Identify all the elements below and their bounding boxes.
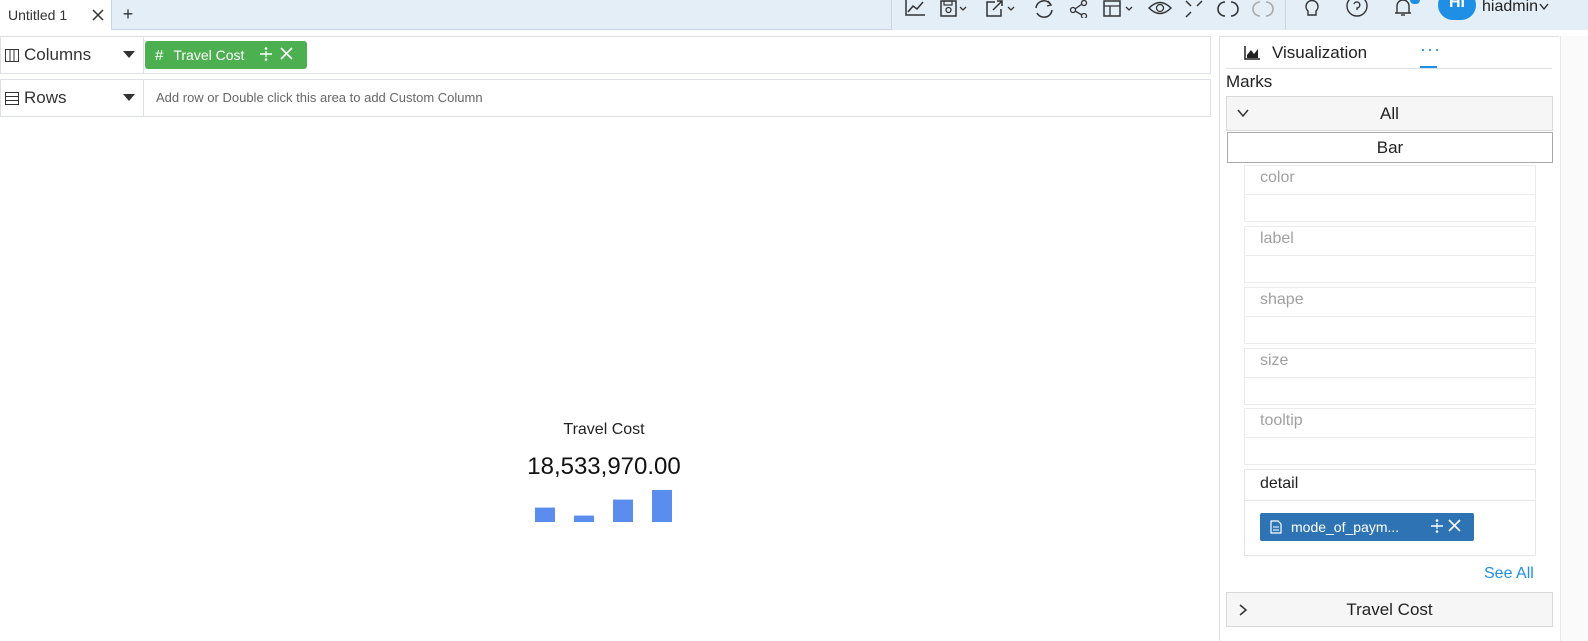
fullscreen-icon[interactable] [1184, 0, 1204, 20]
toolbar: HI hiadmin [891, 0, 1588, 30]
redo-icon[interactable] [1252, 0, 1274, 20]
tooltip-dropzone[interactable]: tooltip [1244, 408, 1536, 465]
rows-shelf-label[interactable]: Rows [1, 80, 144, 116]
username-menu[interactable]: hiadmin [1482, 0, 1549, 16]
caret-down-icon[interactable] [123, 94, 135, 101]
size-dropzone[interactable]: size [1244, 348, 1536, 405]
refresh-icon[interactable] [1033, 0, 1055, 20]
columns-shelf[interactable]: Columns # Travel Cost [0, 36, 1211, 74]
line-chart-icon[interactable] [904, 0, 926, 20]
detail-dropzone[interactable]: detail mode_of_paym... [1244, 469, 1536, 556]
tooltip-label: tooltip [1260, 412, 1303, 429]
color-dropzone[interactable]: color [1244, 165, 1536, 222]
bar[interactable] [652, 490, 672, 522]
bar-chart [535, 490, 672, 522]
kpi-value: 18,533,970.00 [527, 453, 681, 480]
export-icon[interactable] [985, 0, 1019, 20]
remove-pill-icon[interactable] [280, 47, 293, 60]
bar[interactable] [535, 507, 555, 522]
rows-shelf[interactable]: Rows Add row or Double click this area t… [0, 79, 1211, 117]
top-bar: Untitled 1 + HI hiadmin [0, 0, 1588, 30]
mark-type-select[interactable]: Bar [1227, 132, 1553, 163]
divider [1245, 316, 1535, 317]
shape-dropzone[interactable]: shape [1244, 287, 1536, 344]
caret-down-icon[interactable] [123, 51, 135, 58]
shape-label: shape [1260, 291, 1304, 308]
avatar[interactable]: HI [1438, 0, 1476, 20]
size-label: size [1260, 352, 1289, 369]
see-all-link[interactable]: See All [1484, 565, 1534, 583]
add-tab-button[interactable]: + [120, 3, 136, 25]
bar[interactable] [613, 499, 633, 522]
pill-label: mode_of_paym... [1291, 519, 1400, 535]
tab-divider [1226, 68, 1552, 69]
marks-all-accordion[interactable]: All [1226, 96, 1553, 131]
marks-heading: Marks [1226, 72, 1273, 91]
rows-label: Rows [24, 88, 67, 107]
preview-icon[interactable] [1148, 0, 1172, 20]
help-icon[interactable] [1345, 0, 1369, 20]
rows-placeholder: Add row or Double click this area to add… [156, 90, 483, 105]
tab-more[interactable]: ··· [1420, 39, 1441, 60]
bar[interactable] [574, 515, 594, 522]
username-label: hiadmin [1482, 0, 1539, 15]
label-label: label [1260, 230, 1294, 247]
save-icon[interactable] [939, 0, 969, 20]
color-label: color [1260, 169, 1295, 186]
panel-scrollbar[interactable] [1560, 36, 1588, 641]
file-icon [1270, 520, 1282, 534]
tab-visualization[interactable]: Visualization [1244, 43, 1367, 63]
travel-cost-accordion[interactable]: Travel Cost [1226, 592, 1553, 627]
divider [1245, 255, 1535, 256]
label-dropzone[interactable]: label [1244, 226, 1536, 283]
lightbulb-icon[interactable] [1302, 0, 1322, 20]
columns-label: Columns [24, 45, 92, 64]
remove-pill-icon[interactable] [1448, 519, 1461, 532]
properties-panel: Visualization ··· Marks All Bar color la… [1219, 36, 1559, 641]
divide-icon[interactable] [1430, 518, 1444, 534]
chart-title: Travel Cost [563, 421, 645, 438]
mode-of-payment-pill[interactable]: mode_of_paym... [1260, 513, 1474, 541]
pill-label: Travel Cost [173, 47, 245, 63]
accordion-title: All [1380, 104, 1399, 123]
rows-icon [5, 91, 19, 105]
tab-untitled-1[interactable]: Untitled 1 [0, 0, 112, 30]
notification-badge [1410, 0, 1420, 4]
close-tab-icon[interactable] [91, 8, 105, 22]
accordion-title: Travel Cost [1346, 600, 1433, 619]
columns-shelf-label[interactable]: Columns [1, 37, 144, 73]
divider [1245, 377, 1535, 378]
visualization-tab-label: Visualization [1272, 43, 1368, 62]
divider [1245, 194, 1535, 195]
tab-label: Untitled 1 [8, 7, 68, 23]
divide-icon[interactable] [259, 46, 273, 62]
travel-cost-column-pill[interactable]: # Travel Cost [145, 41, 307, 69]
chevron-down-icon [1539, 3, 1549, 11]
columns-icon [5, 48, 19, 62]
toolbar-separator [1285, 0, 1286, 30]
divider [1245, 500, 1535, 501]
hash-icon: # [155, 46, 164, 64]
share-icon[interactable] [1069, 0, 1089, 20]
area-chart-icon [1244, 46, 1260, 60]
undo-icon[interactable] [1217, 0, 1239, 20]
layout-icon[interactable] [1102, 0, 1138, 20]
divider [1245, 437, 1535, 438]
detail-label: detail [1260, 475, 1299, 492]
